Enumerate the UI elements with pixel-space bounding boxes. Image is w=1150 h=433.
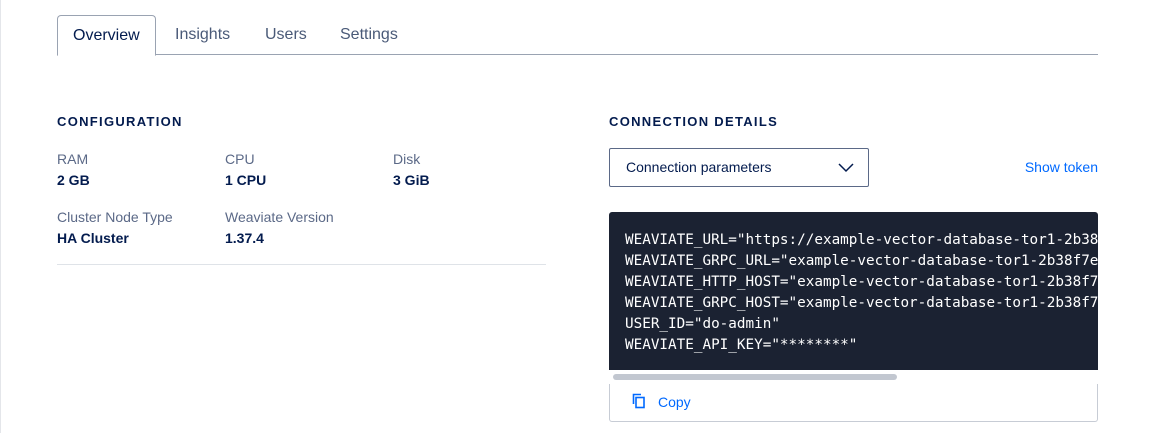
ram-value: 2 GB <box>57 172 90 188</box>
weaviate-version-value: 1.37.4 <box>225 230 264 246</box>
tab-users[interactable]: Users <box>265 15 307 54</box>
connection-details-heading: CONNECTION DETAILS <box>609 114 779 129</box>
left-divider <box>0 0 1 433</box>
code-line: WEAVIATE_GRPC_HOST="example-vector-datab… <box>625 295 1098 311</box>
cpu-label: CPU <box>225 151 255 167</box>
copy-button[interactable]: Copy <box>609 384 1098 422</box>
tab-bar-underline <box>57 54 1098 55</box>
code-content: WEAVIATE_URL="https://example-vector-dat… <box>625 230 1098 356</box>
configuration-heading: CONFIGURATION <box>57 114 183 129</box>
configuration-divider <box>57 264 546 265</box>
cpu-value: 1 CPU <box>225 172 267 188</box>
dropdown-selected-value: Connection parameters <box>626 159 772 175</box>
code-line: USER_ID="do-admin" <box>625 316 780 332</box>
copy-icon <box>632 393 645 409</box>
disk-label: Disk <box>393 151 421 167</box>
tab-insights[interactable]: Insights <box>175 15 230 54</box>
code-line: WEAVIATE_API_KEY="********" <box>625 337 858 353</box>
chevron-down-icon <box>838 163 854 173</box>
connection-type-dropdown[interactable]: Connection parameters <box>609 148 869 187</box>
connection-code-block: WEAVIATE_URL="https://example-vector-dat… <box>609 212 1098 370</box>
copy-button-label: Copy <box>658 394 691 410</box>
tab-settings[interactable]: Settings <box>340 15 398 54</box>
disk-value: 3 GiB <box>393 172 430 188</box>
cluster-node-type-label: Cluster Node Type <box>57 209 173 225</box>
scrollbar-thumb[interactable] <box>613 374 897 380</box>
show-token-link[interactable]: Show token <box>1025 159 1098 175</box>
code-line: WEAVIATE_GRPC_URL="example-vector-databa… <box>625 253 1098 269</box>
code-line: WEAVIATE_HTTP_HOST="example-vector-datab… <box>625 274 1098 290</box>
weaviate-version-label: Weaviate Version <box>225 209 334 225</box>
tab-overview[interactable]: Overview <box>57 15 156 56</box>
code-line: WEAVIATE_URL="https://example-vector-dat… <box>625 232 1098 248</box>
code-horizontal-scrollbar[interactable] <box>609 370 1098 384</box>
tab-bar: Overview Insights Users Settings <box>57 15 1098 56</box>
ram-label: RAM <box>57 151 89 167</box>
cluster-node-type-value: HA Cluster <box>57 230 129 246</box>
